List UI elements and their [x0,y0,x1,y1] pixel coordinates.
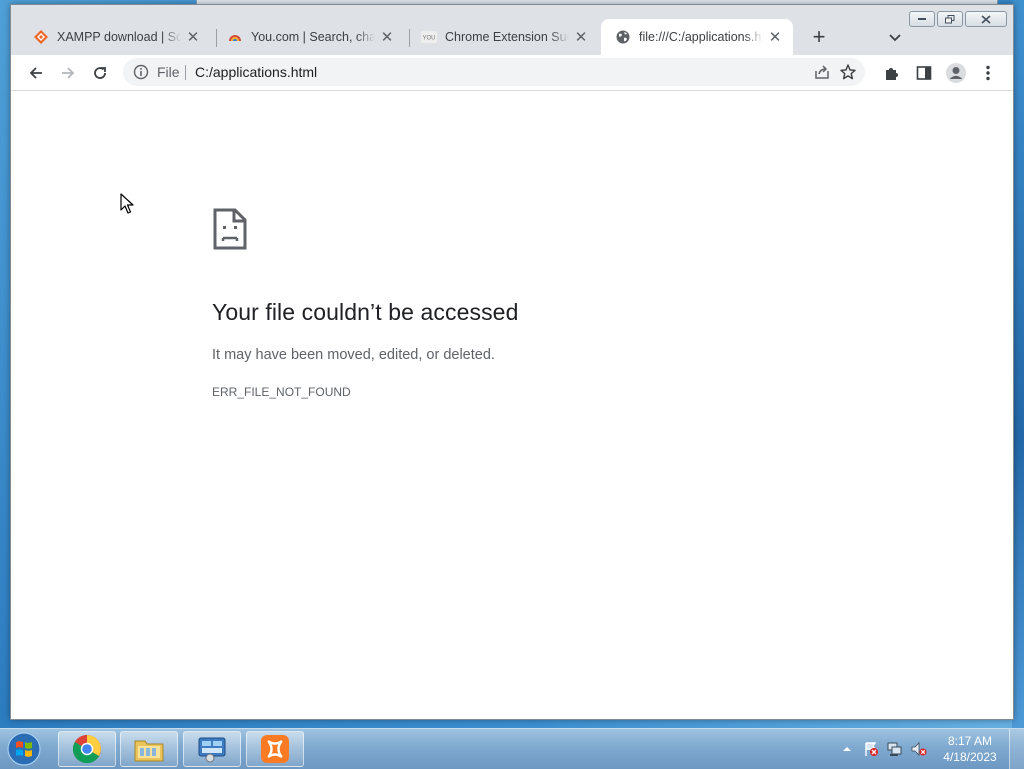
mouse-pointer-icon [120,193,134,215]
arrow-left-icon [29,67,42,79]
system-tray: 8:17 AM 4/18/2023 [835,729,1024,769]
browser-toolbar: File C:/applications.html [11,55,1013,91]
window-controls [909,11,1007,27]
side-panel-button[interactable] [911,60,937,86]
tab-chrome-extension[interactable]: YOU Chrome Extension Successfully ✕ [407,19,599,55]
minimize-icon [918,18,926,20]
page-title: Your file couldn’t be accessed [212,299,519,325]
omnibox-divider [185,65,186,80]
sad-file-icon [212,207,248,251]
bookmark-star-icon[interactable] [839,63,857,81]
clock-time: 8:17 AM [947,734,993,748]
control-panel-icon [198,737,226,763]
maximize-button[interactable] [937,11,963,27]
network-icon[interactable] [886,740,904,758]
tab-title: file:///C:/applications.html [639,30,763,44]
side-panel-icon [916,66,932,80]
kebab-menu-icon [986,65,990,81]
url-text[interactable]: C:/applications.html [195,64,317,80]
xampp-sourceforge-icon [33,29,49,45]
tab-xampp[interactable]: XAMPP download | SourceForge ✕ [19,19,211,55]
tab-close-icon[interactable]: ✕ [379,29,395,46]
profile-button[interactable] [943,60,969,86]
tab-you-com[interactable]: You.com | Search, chat, and build ✕ [213,19,405,55]
taskbar-file-explorer[interactable] [120,731,178,767]
file-explorer-icon [134,740,164,762]
restore-icon [945,14,955,23]
svg-text:YOU: YOU [422,36,435,42]
close-window-button[interactable] [965,11,1007,27]
puzzle-piece-icon [886,68,898,80]
tab-strip: XAMPP download | SourceForge ✕ You.com |… [11,5,1013,55]
forward-button[interactable] [55,60,81,86]
tab-close-icon[interactable]: ✕ [767,29,783,46]
back-button[interactable] [23,60,49,86]
reload-button[interactable] [87,60,113,86]
tab-applications[interactable]: file:///C:/applications.html ✕ [601,19,793,55]
tab-title: You.com | Search, chat, and build [251,30,375,44]
error-code: ERR_FILE_NOT_FOUND [212,385,351,399]
chrome-window: XAMPP download | SourceForge ✕ You.com |… [10,4,1014,720]
page-content: Your file couldn’t be accessed It may ha… [11,91,1013,719]
address-bar[interactable]: File C:/applications.html [123,58,865,86]
extensions-button[interactable] [879,60,905,86]
volume-muted-icon[interactable] [910,740,928,758]
minimize-button[interactable] [909,11,935,27]
taskbar-clock[interactable]: 8:17 AM 4/18/2023 [935,733,1005,765]
globe-icon [615,29,631,45]
windows-logo-icon [7,732,41,766]
you-logo-icon: YOU [421,29,437,45]
error-description: It may have been moved, edited, or delet… [212,347,495,363]
chevron-up-icon [843,747,851,751]
show-desktop-button[interactable] [1009,729,1024,769]
arrow-right-icon [62,67,75,79]
chrome-icon [72,734,101,764]
new-tab-button[interactable]: + [807,24,831,49]
reload-icon [94,67,106,79]
taskbar-chrome[interactable] [58,731,116,767]
taskbar-xampp[interactable] [246,731,304,767]
show-hidden-icons-button[interactable] [838,740,856,758]
taskbar-control-panel[interactable] [183,731,241,767]
xampp-icon [261,735,289,763]
tab-title: Chrome Extension Successfully [445,30,569,44]
scheme-chip[interactable]: File [157,64,180,80]
taskbar: 8:17 AM 4/18/2023 [0,728,1024,769]
action-center-icon[interactable] [862,740,880,758]
info-icon[interactable] [133,64,149,80]
tab-title: XAMPP download | SourceForge [57,30,181,44]
tab-close-icon[interactable]: ✕ [185,29,201,46]
you-com-icon [227,29,243,45]
clock-date: 4/18/2023 [943,750,997,764]
start-button[interactable] [4,731,44,767]
chevron-down-icon [889,34,901,42]
avatar-icon [946,63,966,83]
tab-search-button[interactable] [883,26,907,50]
menu-button[interactable] [975,60,1001,86]
tab-close-icon[interactable]: ✕ [573,29,589,46]
share-icon[interactable] [813,63,831,81]
close-icon [981,14,991,24]
